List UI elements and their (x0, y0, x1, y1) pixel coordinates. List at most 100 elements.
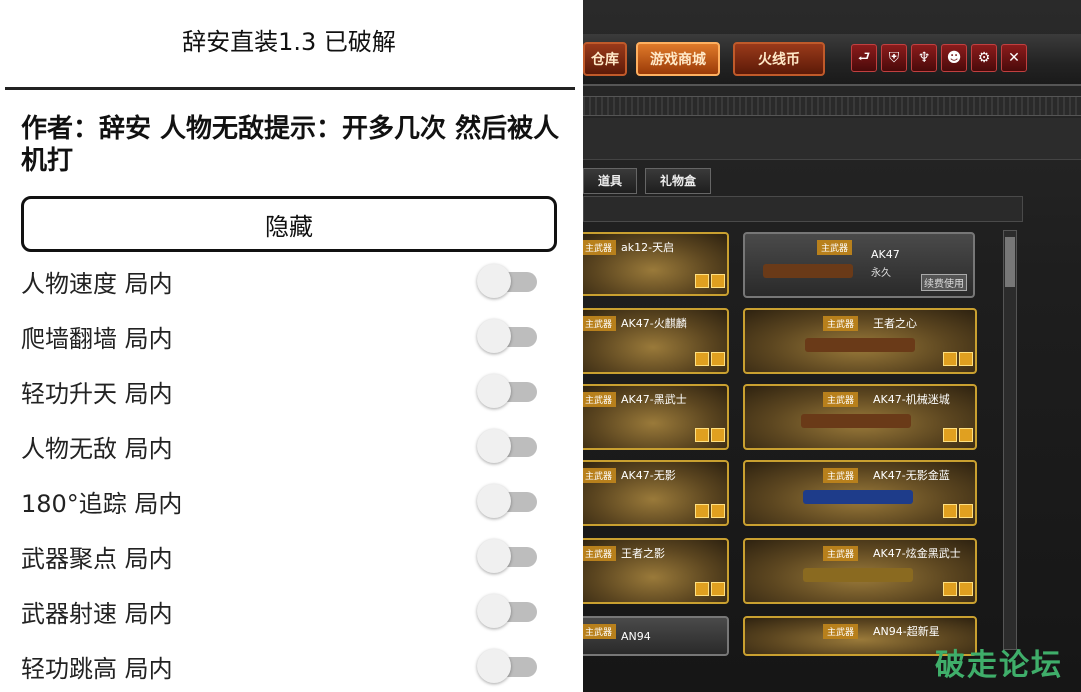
game-scrollbar[interactable] (1003, 230, 1017, 650)
toggle-row: 180°追踪 局内 (21, 476, 541, 526)
search-icon[interactable] (959, 504, 973, 518)
gear-icon[interactable] (695, 504, 709, 518)
tab-game-mall[interactable]: 游戏商城 (636, 42, 720, 76)
game-subtabs: 道具 礼物盒 (583, 168, 712, 194)
invincible-switch[interactable] (477, 429, 541, 463)
weapon-name: 王者之影 (621, 547, 665, 560)
game-header-area (583, 118, 1081, 160)
rifle-image (803, 490, 913, 504)
user-icon[interactable]: ☻ (941, 44, 967, 72)
search-icon[interactable] (959, 428, 973, 442)
subtab-items[interactable]: 道具 (583, 168, 638, 194)
rifle-image (803, 568, 913, 582)
author-note: 作者：辞安 人物无敌提示：开多几次 然后被人机打 (21, 114, 560, 176)
trophy-icon[interactable]: ♆ (911, 44, 937, 72)
weapon-card[interactable]: 主武器 AK47-黑武士 (583, 384, 729, 450)
subtab-giftbox[interactable]: 礼物盒 (645, 168, 712, 194)
weapon-tag: 主武器 (823, 468, 859, 483)
gear-icon[interactable] (695, 352, 709, 366)
rifle-image (801, 414, 911, 428)
toggle-label: 武器聚点 局内 (21, 544, 173, 573)
weapon-card[interactable]: 主武器 AK47-无影 (583, 460, 729, 526)
toggle-row: 武器聚点 局内 (21, 531, 541, 581)
weapon-name: AK47-机械迷城 (873, 393, 950, 406)
toggle-label: 180°追踪 局内 (21, 489, 183, 518)
weapon-card[interactable]: 主武器 AK47-炫金黑武士 (743, 538, 977, 604)
switch-knob (477, 264, 511, 298)
gear-icon[interactable] (943, 504, 957, 518)
weapon-name: AK47 (871, 248, 900, 261)
rifle-image (805, 338, 915, 352)
weapon-tag: 主武器 (583, 624, 617, 639)
settings-icon[interactable]: ⚙ (971, 44, 997, 72)
gear-icon[interactable] (943, 428, 957, 442)
weapon-name: AK47-炫金黑武士 (873, 547, 961, 560)
weapon-tag: 主武器 (823, 624, 859, 639)
weapon-tag: 主武器 (583, 316, 617, 331)
hide-button[interactable]: 隐藏 (21, 196, 557, 252)
game-scroll-thumb[interactable] (1005, 237, 1015, 287)
rifle-image (763, 264, 853, 278)
switch-knob (477, 429, 511, 463)
tab-warehouse[interactable]: 仓库 (583, 42, 627, 76)
weapon-card[interactable]: 主武器 ak12-天启 (583, 232, 729, 296)
tracking-switch[interactable] (477, 484, 541, 518)
back-icon[interactable]: ⮐ (851, 44, 877, 72)
weapon-name: ak12-天启 (621, 241, 675, 254)
weapon-name: AK47-火麒麟 (621, 317, 687, 330)
close-icon[interactable]: ✕ (1001, 44, 1027, 72)
renew-button[interactable]: 续费使用 (921, 274, 967, 291)
weapon-card[interactable]: 主武器 AK47-无影金蓝 (743, 460, 977, 526)
switch-knob (477, 374, 511, 408)
fire-rate-switch[interactable] (477, 594, 541, 628)
toggle-label: 武器射速 局内 (21, 599, 173, 628)
weapon-card[interactable]: 主武器 AN94 (583, 616, 729, 656)
weapon-tag: 主武器 (583, 240, 617, 255)
toggle-label: 人物速度 局内 (21, 269, 173, 298)
gear-icon[interactable] (943, 582, 957, 596)
toggle-row: 轻功升天 局内 (21, 366, 541, 416)
shield-icon[interactable]: ⛨ (881, 44, 907, 72)
switch-knob (477, 594, 511, 628)
toggle-label: 爬墙翻墙 局内 (21, 324, 173, 353)
toggle-row: 人物无敌 局内 (21, 421, 541, 471)
game-store-screen: 仓库 游戏商城 火线币 ⮐ ⛨ ♆ ☻ ⚙ ✕ 道具 礼物盒 主武器 ak12-… (583, 0, 1081, 692)
fly-switch[interactable] (477, 374, 541, 408)
weapon-focus-switch[interactable] (477, 539, 541, 573)
search-icon[interactable] (711, 504, 725, 518)
gear-icon[interactable] (695, 582, 709, 596)
wall-climb-switch[interactable] (477, 319, 541, 353)
search-icon[interactable] (711, 582, 725, 596)
weapon-name: AN94 (621, 630, 651, 643)
weapon-tag: 主武器 (823, 546, 859, 561)
weapon-card[interactable]: 主武器 AK47-机械迷城 (743, 384, 977, 450)
weapon-tag: 主武器 (817, 240, 853, 255)
tab-fire-coin[interactable]: 火线币 (733, 42, 825, 76)
weapon-card[interactable]: 主武器 AK47-火麒麟 (583, 308, 729, 374)
weapon-tag: 主武器 (583, 546, 617, 561)
search-icon[interactable] (711, 428, 725, 442)
weapon-card[interactable]: 主武器 王者之心 (743, 308, 977, 374)
gear-icon[interactable] (695, 428, 709, 442)
toggle-row: 轻功跳高 局内 (21, 641, 541, 691)
game-icon-toolbar: ⮐ ⛨ ♆ ☻ ⚙ ✕ (851, 44, 1077, 74)
weapon-name: AK47-无影金蓝 (873, 469, 950, 482)
weapon-card[interactable]: 主武器 王者之影 (583, 538, 729, 604)
high-jump-switch[interactable] (477, 649, 541, 683)
switch-knob (477, 539, 511, 573)
gear-icon[interactable] (695, 274, 709, 288)
search-icon[interactable] (959, 582, 973, 596)
game-divider-bar (583, 96, 1081, 116)
weapon-tag: 主武器 (823, 316, 859, 331)
search-icon[interactable] (959, 352, 973, 366)
speed-switch[interactable] (477, 264, 541, 298)
menu-title: 辞安直装1.3 已破解 (182, 28, 396, 56)
search-icon[interactable] (711, 274, 725, 288)
gear-icon[interactable] (943, 352, 957, 366)
weapon-name: 王者之心 (873, 317, 917, 330)
weapon-tag: 主武器 (583, 468, 617, 483)
weapon-card[interactable]: 主武器 AK47 永久 续费使用 (743, 232, 975, 298)
weapon-tag: 主武器 (583, 392, 617, 407)
game-filter-strip (583, 196, 1023, 222)
search-icon[interactable] (711, 352, 725, 366)
